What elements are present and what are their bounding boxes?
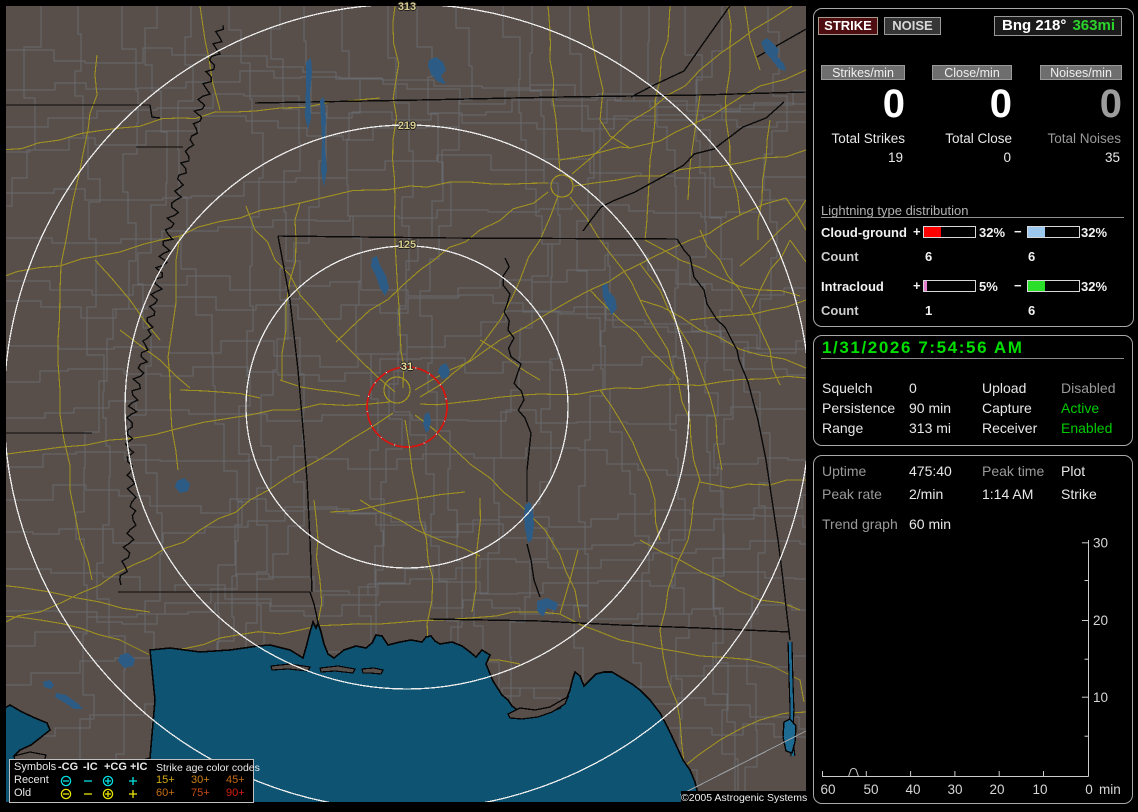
svg-text:30: 30	[947, 782, 962, 797]
svg-text:50: 50	[863, 782, 878, 797]
svg-text:40: 40	[905, 782, 920, 797]
svg-text:0: 0	[1085, 782, 1093, 797]
svg-text:10: 10	[1093, 690, 1108, 705]
svg-text:10: 10	[1032, 782, 1047, 797]
svg-text:30: 30	[1093, 536, 1108, 551]
svg-text:60: 60	[820, 782, 835, 797]
svg-text:min: min	[1099, 782, 1121, 797]
svg-text:20: 20	[989, 782, 1004, 797]
svg-text:20: 20	[1093, 613, 1108, 628]
